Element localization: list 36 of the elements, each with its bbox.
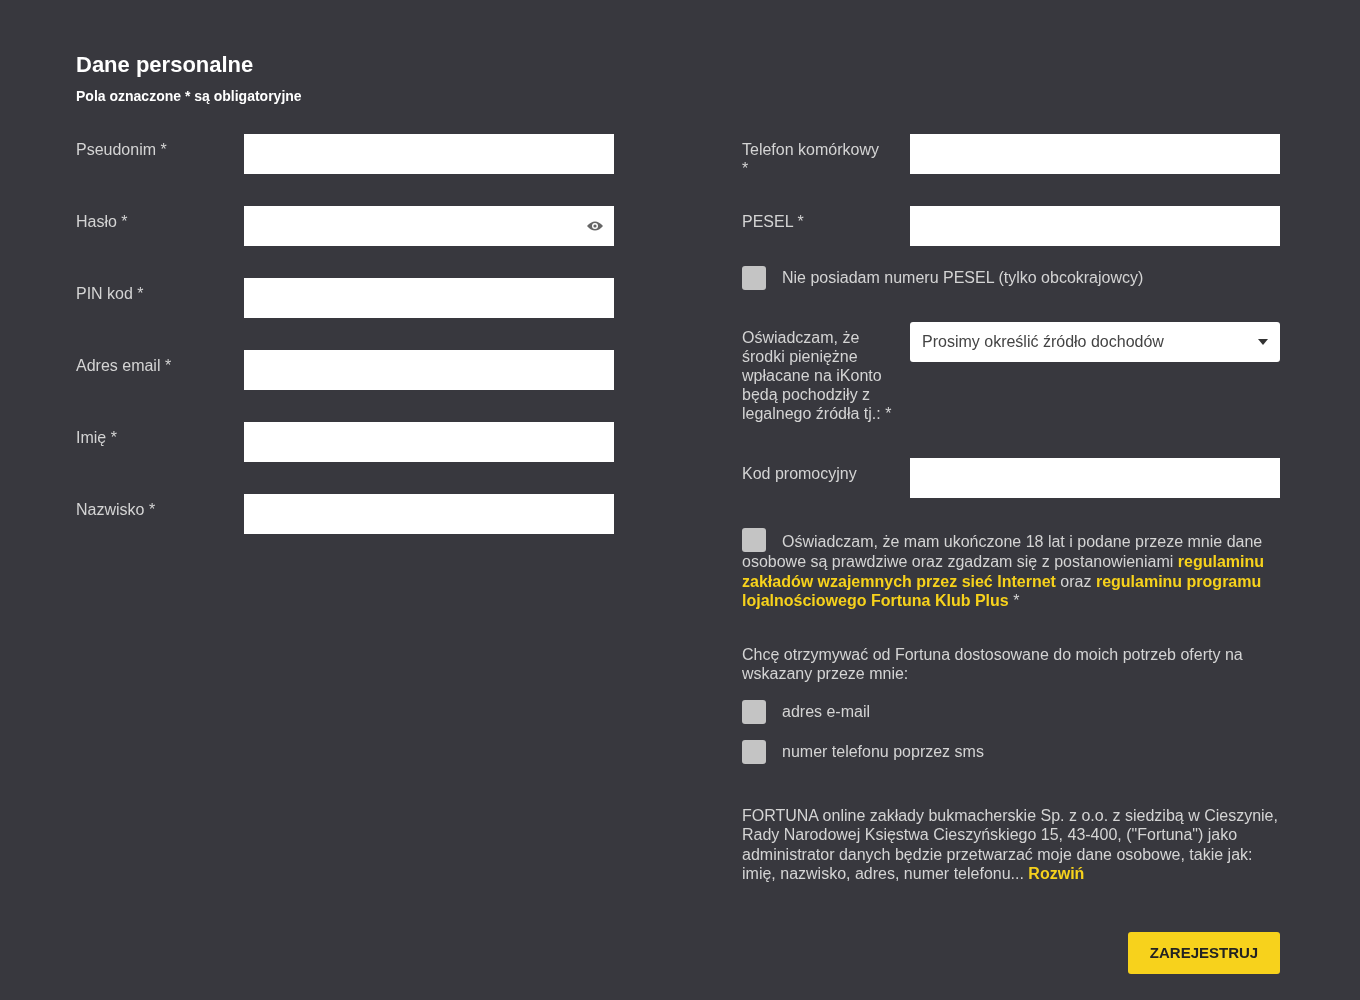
input-field[interactable] (910, 206, 1280, 246)
input-field[interactable] (910, 134, 1280, 174)
checkbox[interactable] (742, 528, 766, 552)
checkbox[interactable] (742, 266, 766, 290)
field-label: Pseudonim * (76, 140, 168, 159)
caret-icon (1258, 339, 1268, 345)
expand-link[interactable]: Rozwiń (1028, 865, 1085, 882)
input-field[interactable] (244, 422, 614, 462)
field-label: PESEL * (742, 212, 805, 231)
input-field[interactable] (910, 458, 1280, 498)
field-label: Telefon komórkowy * (742, 140, 880, 178)
checkbox-label: adres e-mail (782, 702, 871, 721)
checkbox-label: numer telefonu poprzez sms (782, 742, 984, 761)
input-field[interactable] (244, 494, 614, 534)
field-label: Oświadczam, że środki pieniężne wpłacane na iKonto będą pochodziły z legalnego źródła tj.: * (742, 328, 893, 423)
input-field[interactable] (244, 134, 614, 174)
field-label: Hasło * (76, 212, 129, 231)
input-field[interactable] (244, 206, 614, 246)
privacy-text: FORTUNA online zakłady bukmacherskie Sp. z o.o. z siedzibą w Cieszynie, Rady Narodowej Księstwa Cieszyńskiego 15, 43-400, ("Fortuna") jako administrator danych będzie przetwarzać moje dane osobowe, takie jak: imię, nazwisko, adres, numer telefonu... Rozwiń (742, 805, 1279, 884)
field-label: Kod promocyjny (742, 464, 858, 483)
eye-icon[interactable] (586, 220, 604, 232)
source-dropdown[interactable]: Prosimy określić źródło dochodów (910, 322, 1280, 362)
checkbox[interactable] (742, 739, 766, 764)
consent-text: Oświadczam, że mam ukończone 18 lat i podane przeze mnie dane osobowe są prawdziwe oraz zgadzam się z postanowieniami regulaminu zakładów wzajemnych przez sieć Internet oraz regulaminu programu lojalnościowego Fortuna Klub Plus * (742, 528, 1280, 611)
field-label: Nazwisko * (76, 500, 157, 519)
checkbox-label: Nie posiadam numeru PESEL (tylko obcokrajowcy) (782, 269, 1144, 287)
field-label: Imię * (76, 428, 118, 447)
register-button[interactable]: ZAREJESTRUJ (1128, 931, 1280, 974)
field-label: PIN kod * (76, 284, 145, 303)
input-field[interactable] (244, 278, 614, 318)
checkbox[interactable] (742, 699, 766, 724)
required-note: Pola oznaczone * są obligatoryjne (76, 88, 303, 104)
section-title: Dane personalne (76, 52, 255, 78)
offers-text: Chcę otrzymywać od Fortuna dostosowane do moich potrzeb oferty na wskazany przeze mnie: (742, 644, 1244, 684)
input-field[interactable] (244, 350, 614, 390)
field-label: Adres email * (76, 356, 173, 375)
